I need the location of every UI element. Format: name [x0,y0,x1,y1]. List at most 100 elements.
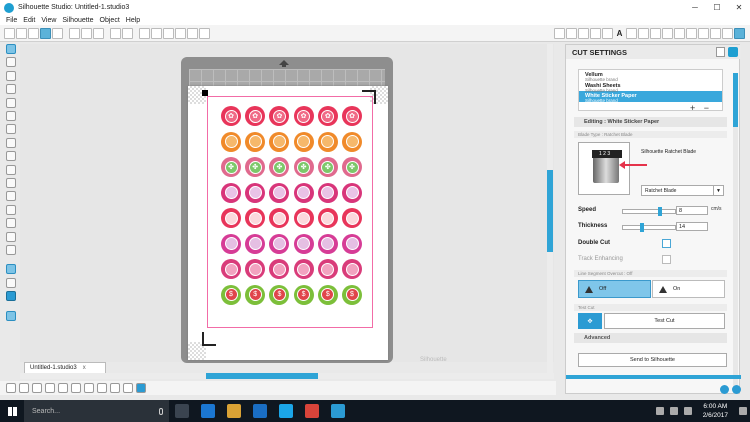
fit-page-icon[interactable] [199,27,210,39]
sticker-circle[interactable]: ✤ [221,157,241,177]
brush-tool-icon[interactable] [5,245,16,255]
network-icon[interactable] [669,407,678,415]
material-item-selected[interactable]: White Sticker Paper Silhouette brand [579,91,722,103]
select-tool-icon[interactable] [5,44,16,54]
speed-input[interactable]: 8 [676,206,708,215]
sticker-circle[interactable] [317,182,338,203]
sticker-circle[interactable] [342,233,362,254]
pin-icon[interactable] [716,47,725,57]
skype-icon[interactable] [279,404,293,418]
knife-tool-icon[interactable] [5,231,16,242]
advanced-header[interactable]: Advanced [574,333,727,343]
eraser-tool-icon[interactable] [5,218,16,229]
rectangle-tool-icon[interactable] [5,84,16,95]
page-setup-icon[interactable] [686,27,697,39]
sticker-circle[interactable] [342,131,362,152]
sticker-circle[interactable] [245,182,266,203]
zoom-out-icon[interactable] [163,27,174,39]
sticker-circle[interactable] [317,233,338,254]
smooth-freehand-icon[interactable] [5,191,16,202]
open-file-icon[interactable] [16,27,27,39]
text-style-icon[interactable]: A [614,28,625,39]
chevron-down-icon[interactable]: ▼ [713,186,723,195]
thickness-slider[interactable] [622,223,676,232]
menu-file[interactable]: File [6,17,17,24]
track-enhancing-checkbox[interactable] [662,255,671,264]
send-back-icon[interactable] [84,383,94,393]
sticker-circle[interactable]: $ [245,284,266,305]
store-icon[interactable] [253,404,267,418]
duplicate-icon[interactable] [71,383,81,393]
sticker-circle[interactable]: $ [342,284,362,305]
close-button[interactable]: ✕ [728,0,750,15]
sticker-circle[interactable] [221,259,241,279]
text-tool-icon[interactable] [5,204,16,215]
cut-settings-icon[interactable] [722,27,733,39]
sticker-circle[interactable] [221,182,241,203]
design-view-icon[interactable] [5,264,16,275]
sticker-circle[interactable] [269,182,290,203]
library-icon[interactable] [40,27,51,39]
add-material-button[interactable]: + [690,103,695,113]
sticker-circle[interactable] [269,131,290,152]
sticker-circle[interactable]: $ [317,284,338,305]
sticker-circle[interactable] [221,131,241,152]
offset-bottom-icon[interactable] [123,383,133,393]
sticker-circle[interactable]: ✤ [293,157,314,177]
sticker-circle[interactable] [317,259,338,279]
sticker-circle[interactable]: $ [269,284,290,305]
sticker-circle[interactable]: ✿ [342,106,362,126]
gradient-icon[interactable] [566,27,577,39]
panel-scrollbar[interactable] [733,73,738,389]
panel-toggle-icon[interactable] [5,310,16,321]
move-arrows-icon[interactable]: ✥ [578,313,602,329]
clock[interactable]: 6:00 AM 2/6/2017 [703,402,728,420]
weld-icon[interactable] [110,383,120,393]
menu-edit[interactable]: Edit [23,17,35,24]
sticker-circle[interactable] [293,259,314,279]
line-color-icon[interactable] [578,27,589,39]
save-icon[interactable] [28,27,39,39]
print-icon[interactable] [52,27,63,39]
speed-slider[interactable] [622,207,676,216]
onedrive-icon[interactable] [655,407,664,415]
library-view-icon[interactable] [5,277,16,288]
send-icon[interactable] [734,27,745,39]
thickness-input[interactable]: 14 [676,222,708,231]
rounded-rectangle-icon[interactable] [5,97,16,108]
sticker-circle[interactable] [317,131,338,152]
zoom-box-icon[interactable] [175,27,186,39]
replicate-icon[interactable] [638,27,649,39]
remove-material-button[interactable]: − [704,103,709,113]
sticker-circle[interactable] [293,208,314,228]
notifications-icon[interactable] [739,407,747,415]
fill-color-icon[interactable] [554,27,565,39]
redo-icon[interactable] [122,27,133,39]
windows-start-icon[interactable] [0,400,24,422]
sticker-circle[interactable] [342,182,362,203]
editing-header[interactable]: Editing : White Sticker Paper [574,117,727,127]
minimize-button[interactable]: ─ [684,0,706,15]
transform-icon[interactable] [626,27,637,39]
registration-icon[interactable] [698,27,709,39]
menu-view[interactable]: View [41,17,56,24]
delete-icon[interactable] [58,383,68,393]
sticker-circle[interactable]: ✿ [317,106,338,126]
regular-polygon-icon[interactable] [5,164,16,175]
edit-points-icon[interactable] [5,57,16,68]
chrome-icon[interactable] [305,404,319,418]
sticker-circle[interactable]: ✤ [317,157,338,177]
curve-tool-icon[interactable] [5,137,16,148]
blade-select[interactable]: Ratchet Blade ▼ [641,185,724,196]
line-style-icon[interactable] [590,27,601,39]
sticker-circle[interactable] [293,131,314,152]
pattern-icon[interactable] [602,27,613,39]
menu-help[interactable]: Help [126,17,140,24]
overcut-on-button[interactable]: On [652,280,725,298]
sticker-circle[interactable] [269,233,290,254]
cut-icon[interactable] [69,27,80,39]
maximize-button[interactable]: ☐ [706,0,728,15]
copy-icon[interactable] [81,27,92,39]
sticker-circle[interactable] [293,182,314,203]
sticker-circle[interactable]: ✿ [221,106,241,126]
